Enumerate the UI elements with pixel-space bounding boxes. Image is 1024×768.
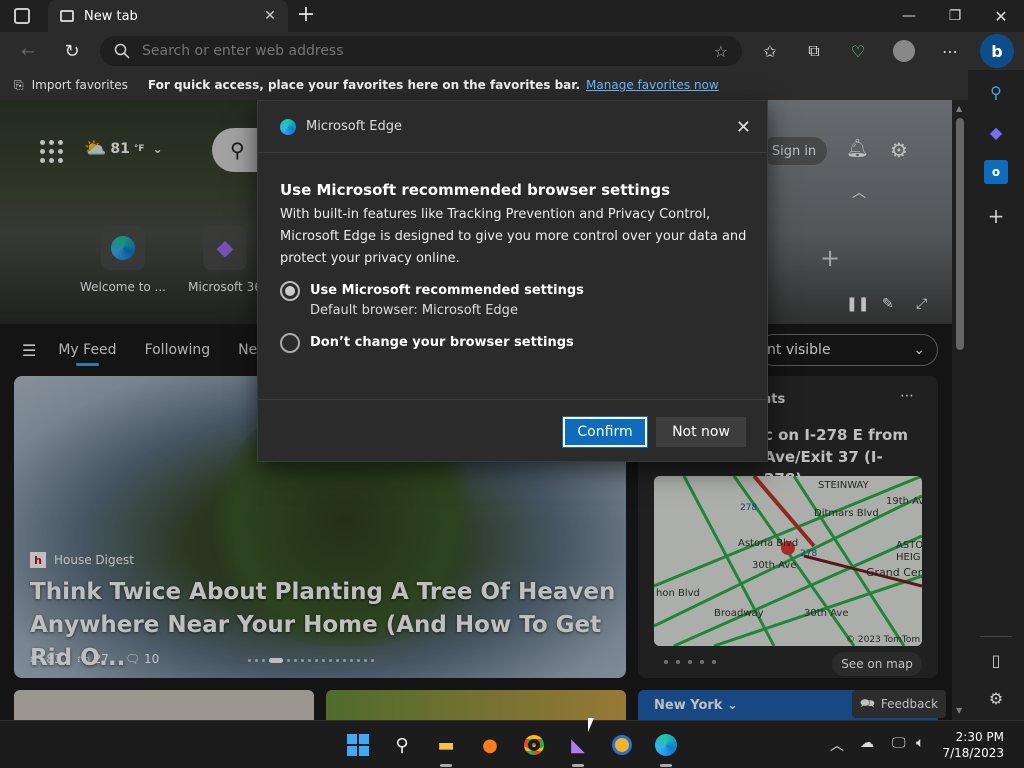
recommended-settings-label[interactable]: Use Microsoft recommended settings bbox=[310, 283, 584, 298]
edge-logo-icon bbox=[280, 118, 296, 135]
edge-taskbar-icon[interactable] bbox=[652, 731, 680, 767]
browser-settings-dialog: Microsoft Edge ✕ Use Microsoft recommend… bbox=[257, 100, 768, 462]
address-bar[interactable]: ☆ bbox=[100, 36, 742, 66]
title-bar: New tab ✕ + — ❐ ✕ bbox=[0, 0, 1024, 32]
refresh-button[interactable]: ↻ bbox=[56, 36, 88, 66]
bing-copilot-button[interactable]: b bbox=[980, 34, 1014, 68]
volume-icon[interactable]: 🔈︎ bbox=[916, 735, 924, 751]
favorite-star-icon[interactable]: ☆ bbox=[714, 42, 728, 61]
system-clock[interactable]: 2:30 PM 7/18/2023 bbox=[942, 729, 1004, 761]
cloud-offline-icon[interactable]: ☁ bbox=[860, 735, 874, 751]
taskbar: ⚲ ▬ ● ◣ ︿ ☁ 🖵︎ 🔈︎ 2:30 PM 7/18/2023 bbox=[0, 720, 1024, 768]
favorites-button[interactable]: ✩ bbox=[754, 36, 786, 66]
favorites-bar: ⎘ Import favorites For quick access, pla… bbox=[0, 70, 968, 100]
network-icon[interactable]: 🖵︎ bbox=[892, 735, 906, 751]
file-explorer-icon[interactable]: ▬ bbox=[432, 731, 460, 767]
collections-button[interactable]: ⧉ bbox=[798, 36, 830, 66]
search-icon bbox=[114, 43, 130, 59]
minimize-button[interactable]: — bbox=[886, 0, 932, 32]
toolbar: ← ↻ ☆ ✩ ⧉ ♡ ⋯ b bbox=[0, 32, 1024, 70]
tab-actions-icon[interactable] bbox=[14, 8, 30, 24]
close-window-button[interactable]: ✕ bbox=[978, 0, 1024, 32]
manage-favorites-link[interactable]: Manage favorites now bbox=[586, 78, 719, 92]
close-tab-icon[interactable]: ✕ bbox=[258, 8, 282, 24]
dialog-app-name: Microsoft Edge bbox=[306, 119, 403, 134]
import-favorites-label: Import favorites bbox=[31, 78, 128, 92]
sidebar-search-icon[interactable]: ⚲ bbox=[984, 80, 1008, 104]
dont-change-settings-radio[interactable] bbox=[280, 333, 300, 353]
tab-title: New tab bbox=[84, 8, 138, 24]
dialog-close-icon[interactable]: ✕ bbox=[736, 117, 751, 138]
browser-essentials-button[interactable]: ♡ bbox=[842, 36, 874, 66]
sidebar-outlook-icon[interactable]: o bbox=[984, 160, 1008, 184]
clock-time: 2:30 PM bbox=[955, 730, 1004, 744]
favorites-hint: For quick access, place your favorites h… bbox=[147, 78, 581, 92]
dialog-title: Use Microsoft recommended browser settin… bbox=[280, 181, 671, 199]
new-tab-button[interactable]: + bbox=[292, 2, 320, 30]
chrome-icon[interactable] bbox=[520, 731, 548, 759]
windows-logo-icon bbox=[347, 734, 369, 756]
settings-more-button[interactable]: ⋯ bbox=[934, 36, 966, 66]
taskbar-search-icon[interactable]: ⚲ bbox=[388, 731, 416, 759]
sidebar-divider bbox=[980, 636, 1012, 637]
profile-button[interactable] bbox=[888, 36, 920, 66]
dont-change-settings-label[interactable]: Don’t change your browser settings bbox=[310, 335, 574, 350]
avatar bbox=[893, 40, 915, 62]
tab-new-tab[interactable]: New tab ✕ bbox=[48, 0, 288, 32]
settings-app-icon[interactable] bbox=[608, 731, 636, 759]
clock-date: 7/18/2023 bbox=[942, 746, 1004, 760]
firefox-icon[interactable]: ● bbox=[476, 731, 504, 759]
show-hidden-icons-icon[interactable]: ︿ bbox=[830, 735, 844, 755]
not-now-button[interactable]: Not now bbox=[656, 417, 746, 447]
import-icon: ⎘ bbox=[14, 77, 24, 92]
dialog-header: Microsoft Edge bbox=[258, 101, 767, 153]
restore-button[interactable]: ❐ bbox=[932, 0, 978, 32]
recommended-settings-radio[interactable] bbox=[280, 281, 300, 301]
hide-sidebar-icon[interactable]: ▯ bbox=[984, 648, 1008, 672]
back-button[interactable]: ← bbox=[12, 36, 44, 66]
dialog-description: With built-in features like Tracking Pre… bbox=[280, 207, 747, 266]
sidebar-settings-icon[interactable]: ⚙ bbox=[984, 686, 1008, 710]
visual-studio-icon[interactable]: ◣ bbox=[564, 731, 592, 767]
sidebar-add-icon[interactable]: + bbox=[984, 204, 1008, 228]
sidebar-copilot-icon[interactable]: ◆ bbox=[984, 120, 1008, 144]
start-button[interactable] bbox=[344, 731, 372, 759]
default-browser-sublabel: Default browser: Microsoft Edge bbox=[310, 303, 518, 318]
address-input[interactable] bbox=[142, 43, 682, 59]
import-favorites-button[interactable]: ⎘ Import favorites bbox=[14, 78, 128, 93]
confirm-button[interactable]: Confirm bbox=[562, 416, 648, 448]
new-tab-icon bbox=[60, 10, 74, 22]
dialog-divider bbox=[258, 399, 767, 400]
mouse-cursor bbox=[588, 718, 594, 732]
edge-sidebar: ⚲ ◆ o + ▯ ⚙ bbox=[968, 70, 1024, 720]
